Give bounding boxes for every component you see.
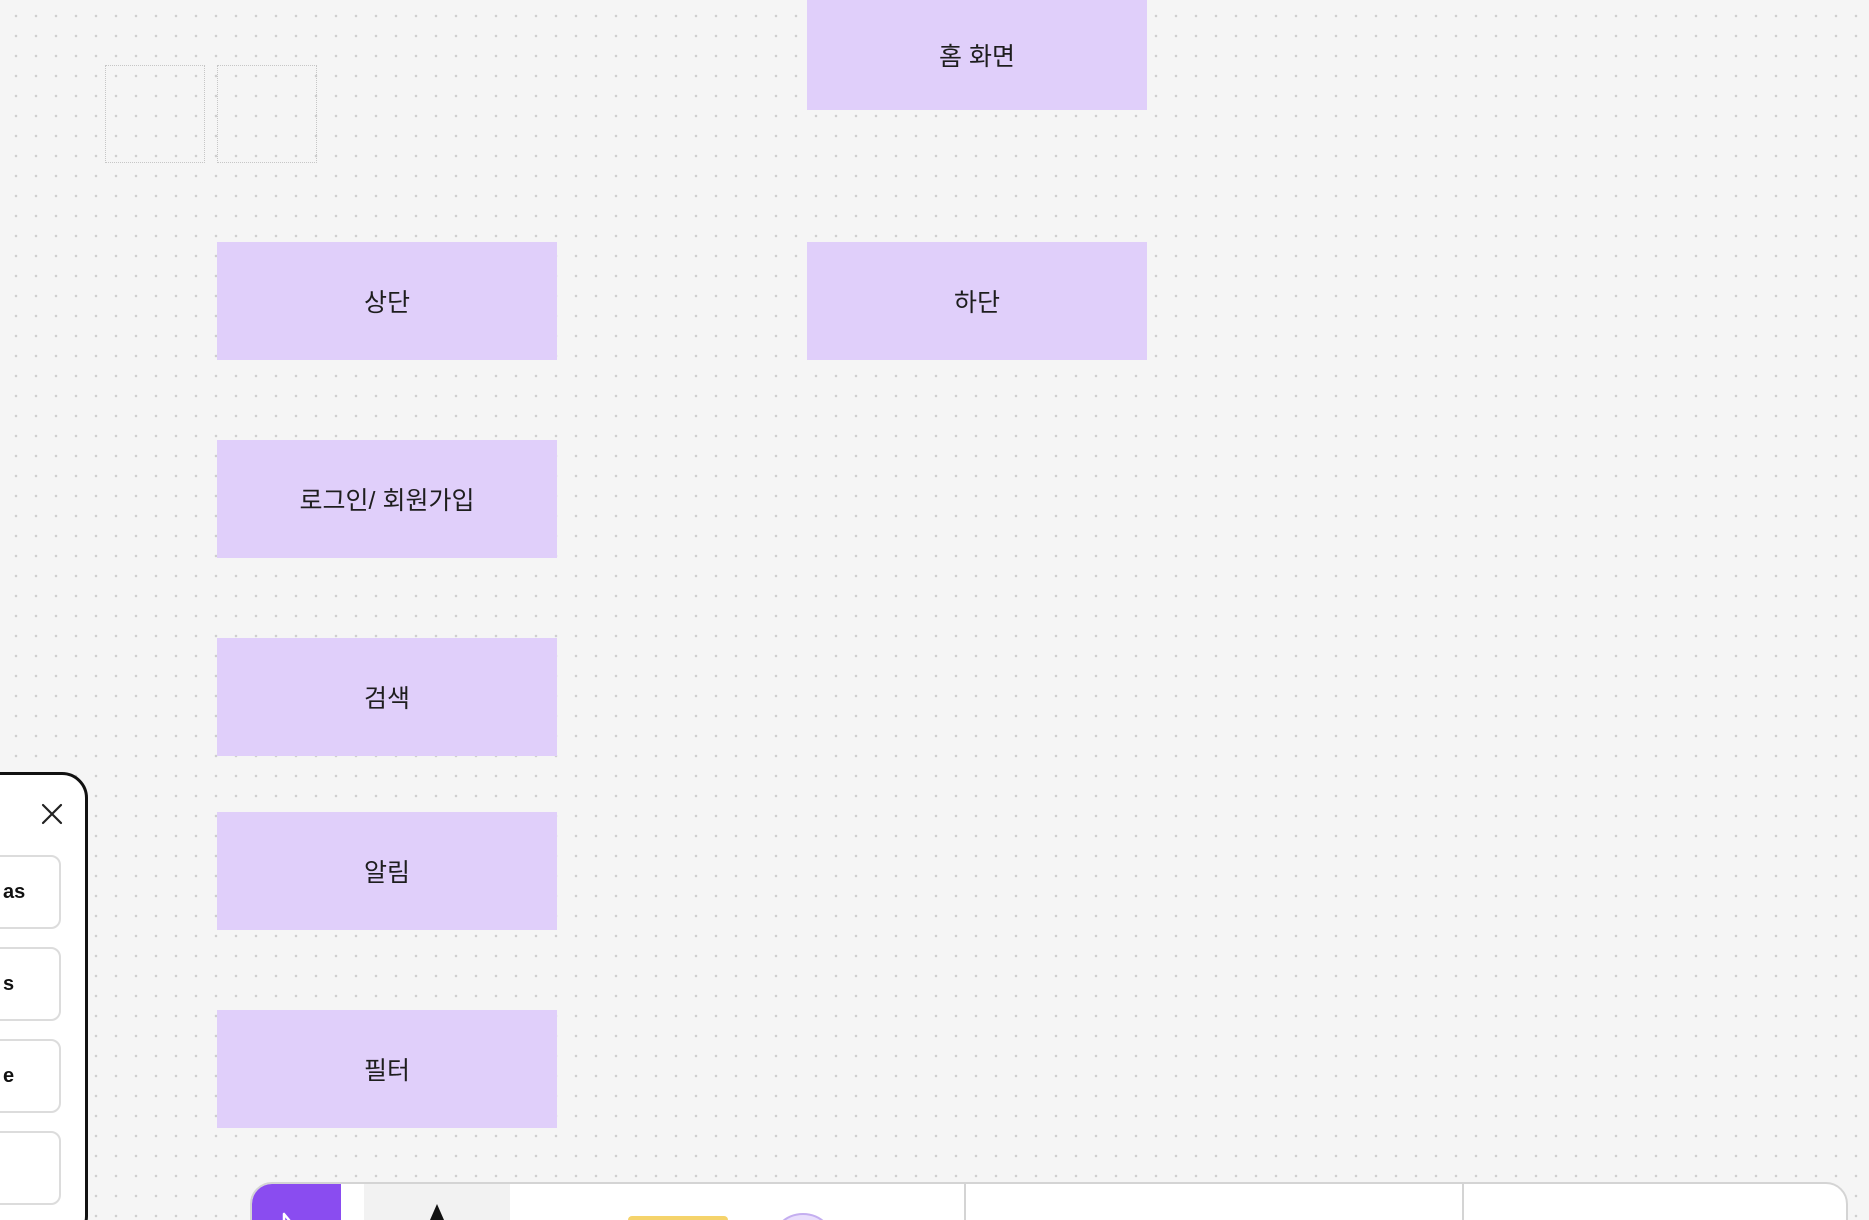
sticky-notifications[interactable]: 알림 bbox=[217, 812, 557, 930]
sticky-search[interactable]: 검색 bbox=[217, 638, 557, 756]
sticky-header[interactable]: 상단 bbox=[217, 242, 557, 360]
sticky-search-label: 검색 bbox=[363, 685, 410, 713]
pen-tool[interactable] bbox=[364, 1184, 510, 1220]
sticky-login-signup[interactable]: 로그인/ 회원가입 bbox=[217, 440, 557, 558]
select-tool[interactable] bbox=[252, 1184, 341, 1220]
panel-option-label: s bbox=[3, 972, 15, 995]
sticky-home-label: 홈 화면 bbox=[939, 43, 1015, 71]
sticky-home[interactable]: 홈 화면 bbox=[807, 0, 1147, 110]
whiteboard-canvas[interactable]: 홈 화면 상단 하단 로그인/ 회원가입 검색 알림 필터 bbox=[0, 0, 1869, 1220]
sticky-footer-label: 하단 bbox=[953, 289, 1000, 317]
empty-frame[interactable] bbox=[217, 65, 317, 163]
panel-option-label: as bbox=[3, 880, 26, 903]
sticky-header-label: 상단 bbox=[363, 289, 410, 317]
toolbar-divider bbox=[1462, 1184, 1464, 1220]
close-icon[interactable] bbox=[37, 799, 67, 829]
panel-option-label: e bbox=[3, 1064, 15, 1087]
sticky-notifications-label: 알림 bbox=[363, 859, 410, 887]
panel-option[interactable] bbox=[0, 1131, 61, 1205]
sticky-footer[interactable]: 하단 bbox=[807, 242, 1147, 360]
empty-frame[interactable] bbox=[105, 65, 205, 163]
sticky-filter[interactable]: 필터 bbox=[217, 1010, 557, 1128]
sticky-login-signup-label: 로그인/ 회원가입 bbox=[299, 487, 475, 515]
panel-option[interactable]: as bbox=[0, 855, 61, 929]
stamp-icon bbox=[1622, 1208, 1712, 1220]
panel-option[interactable]: e bbox=[0, 1039, 61, 1113]
pen-icon bbox=[430, 1204, 444, 1220]
sticky-note-tool[interactable] bbox=[628, 1216, 728, 1220]
panel-option[interactable]: s bbox=[0, 947, 61, 1021]
bottom-toolbar bbox=[250, 1182, 1848, 1220]
sticky-filter-label: 필터 bbox=[363, 1057, 410, 1085]
side-panel: as s e bbox=[0, 772, 88, 1220]
cursor-icon bbox=[282, 1212, 291, 1220]
stamp-tool[interactable] bbox=[1622, 1208, 1712, 1220]
toolbar-divider bbox=[964, 1184, 966, 1220]
shapes-tool[interactable] bbox=[768, 1212, 918, 1220]
shapes-icon bbox=[782, 1213, 824, 1220]
